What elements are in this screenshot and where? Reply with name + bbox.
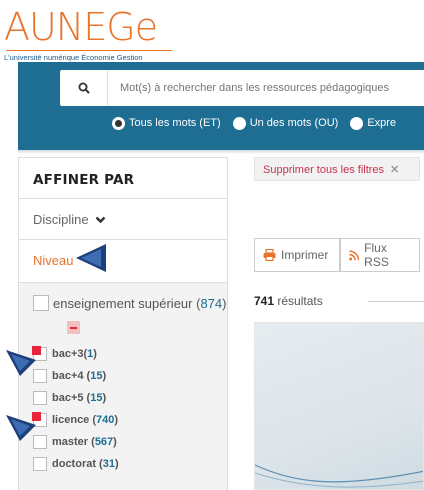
results-label: résultats xyxy=(277,294,323,308)
print-button[interactable]: Imprimer xyxy=(254,238,340,272)
facet-discipline[interactable]: Discipline xyxy=(33,212,106,227)
checkbox[interactable] xyxy=(33,295,49,311)
divider xyxy=(19,239,227,240)
logo-title: AUNEGe xyxy=(4,5,158,49)
facet-option-label: doctorat xyxy=(52,458,96,470)
facet-option-count: 15 xyxy=(90,370,103,382)
annotation-arrow-icon xyxy=(6,350,36,376)
radio-dot-selected xyxy=(112,116,125,130)
facet-option-label: bac+3 xyxy=(52,348,84,360)
chevron-down-icon xyxy=(95,216,105,223)
radio-label: Tous les mots (ET) xyxy=(129,117,221,129)
collapse-minus-icon[interactable] xyxy=(67,321,80,334)
annotation-arrow-icon xyxy=(6,415,36,441)
clear-filters-button[interactable]: Supprimer tous les filtres ✕ xyxy=(254,157,420,181)
search-band: Tous les mots (ET) Un des mots (OU) Expr… xyxy=(18,62,424,150)
radio-dot xyxy=(350,116,364,130)
checkbox[interactable] xyxy=(33,457,47,471)
radio-label: Un des mots (OU) xyxy=(249,117,339,129)
divider xyxy=(19,198,227,199)
radio-dot xyxy=(232,116,246,130)
radio-all-words[interactable]: Tous les mots (ET) xyxy=(112,116,221,130)
facet-option-count: 874 xyxy=(200,295,223,311)
rss-button[interactable]: Flux RSS xyxy=(340,238,420,272)
rss-label: Flux RSS xyxy=(364,241,389,269)
search-mode-options: Tous les mots (ET) Un des mots (OU) Expr… xyxy=(112,114,408,132)
facet-option-item[interactable]: master (567) xyxy=(33,431,119,453)
checkbox[interactable] xyxy=(33,391,47,405)
radio-label: Expre xyxy=(367,117,397,129)
facet-option-item[interactable]: doctorat (31) xyxy=(33,453,119,475)
facet-option-count: 15 xyxy=(90,392,103,404)
clear-filters-label: Supprimer tous les filtres xyxy=(263,164,385,176)
search-band-shadow xyxy=(18,150,424,154)
facet-option-label: bac+5 xyxy=(52,392,84,404)
facet-option-label: bac+4 xyxy=(52,370,84,382)
search-icon xyxy=(78,82,90,94)
sidebar-title: AFFINER PAR xyxy=(33,172,135,188)
search-bar xyxy=(60,70,424,106)
facet-option-item[interactable]: bac+5 (15) xyxy=(33,387,119,409)
search-input[interactable] xyxy=(120,70,420,106)
site-logo[interactable]: AUNEGe L'université numérique Économie G… xyxy=(4,4,174,64)
facet-sidebar: AFFINER PAR Discipline Niveau enseigneme… xyxy=(18,157,228,490)
radio-expression[interactable]: Expre xyxy=(350,116,397,130)
close-icon: ✕ xyxy=(390,164,400,176)
logo-divider xyxy=(6,50,172,51)
print-label: Imprimer xyxy=(281,248,329,262)
facet-option-label: licence xyxy=(52,414,90,426)
search-button[interactable] xyxy=(60,70,108,106)
results-count: 741 résultats xyxy=(254,294,323,308)
facet-option-label: master xyxy=(52,436,89,448)
printer-icon xyxy=(263,249,276,261)
radio-any-word[interactable]: Un des mots (OU) xyxy=(232,116,339,130)
facet-option-item[interactable]: bac+3 (1) xyxy=(32,343,119,365)
rss-icon xyxy=(349,249,360,260)
annotation-arrow-icon xyxy=(81,249,101,267)
facet-option-count: 740 xyxy=(96,414,115,426)
logo-tagline: L'université numérique Économie Gestion xyxy=(4,53,143,62)
divider xyxy=(368,301,424,302)
facet-option-item[interactable]: licence (740) xyxy=(32,409,119,431)
facet-sublist: bac+3 (1) bac+4 (15) bac+5 (15) licence … xyxy=(32,343,119,475)
facet-discipline-label: Discipline xyxy=(33,212,89,227)
facet-option-parent[interactable]: enseignement supérieur (874) xyxy=(33,295,226,311)
facet-option-count: 567 xyxy=(94,436,114,448)
result-preview-image[interactable] xyxy=(254,322,424,490)
facet-option-label: enseignement supérieur (874) xyxy=(53,295,227,311)
preview-graphic xyxy=(255,464,423,488)
facet-option-item[interactable]: bac+4 (15) xyxy=(33,365,119,387)
niveau-options-panel: enseignement supérieur (874) bac+3 (1) b… xyxy=(19,282,227,490)
facet-option-count: 31 xyxy=(102,458,115,470)
facet-niveau[interactable]: Niveau xyxy=(33,253,73,268)
results-number: 741 xyxy=(254,294,275,308)
